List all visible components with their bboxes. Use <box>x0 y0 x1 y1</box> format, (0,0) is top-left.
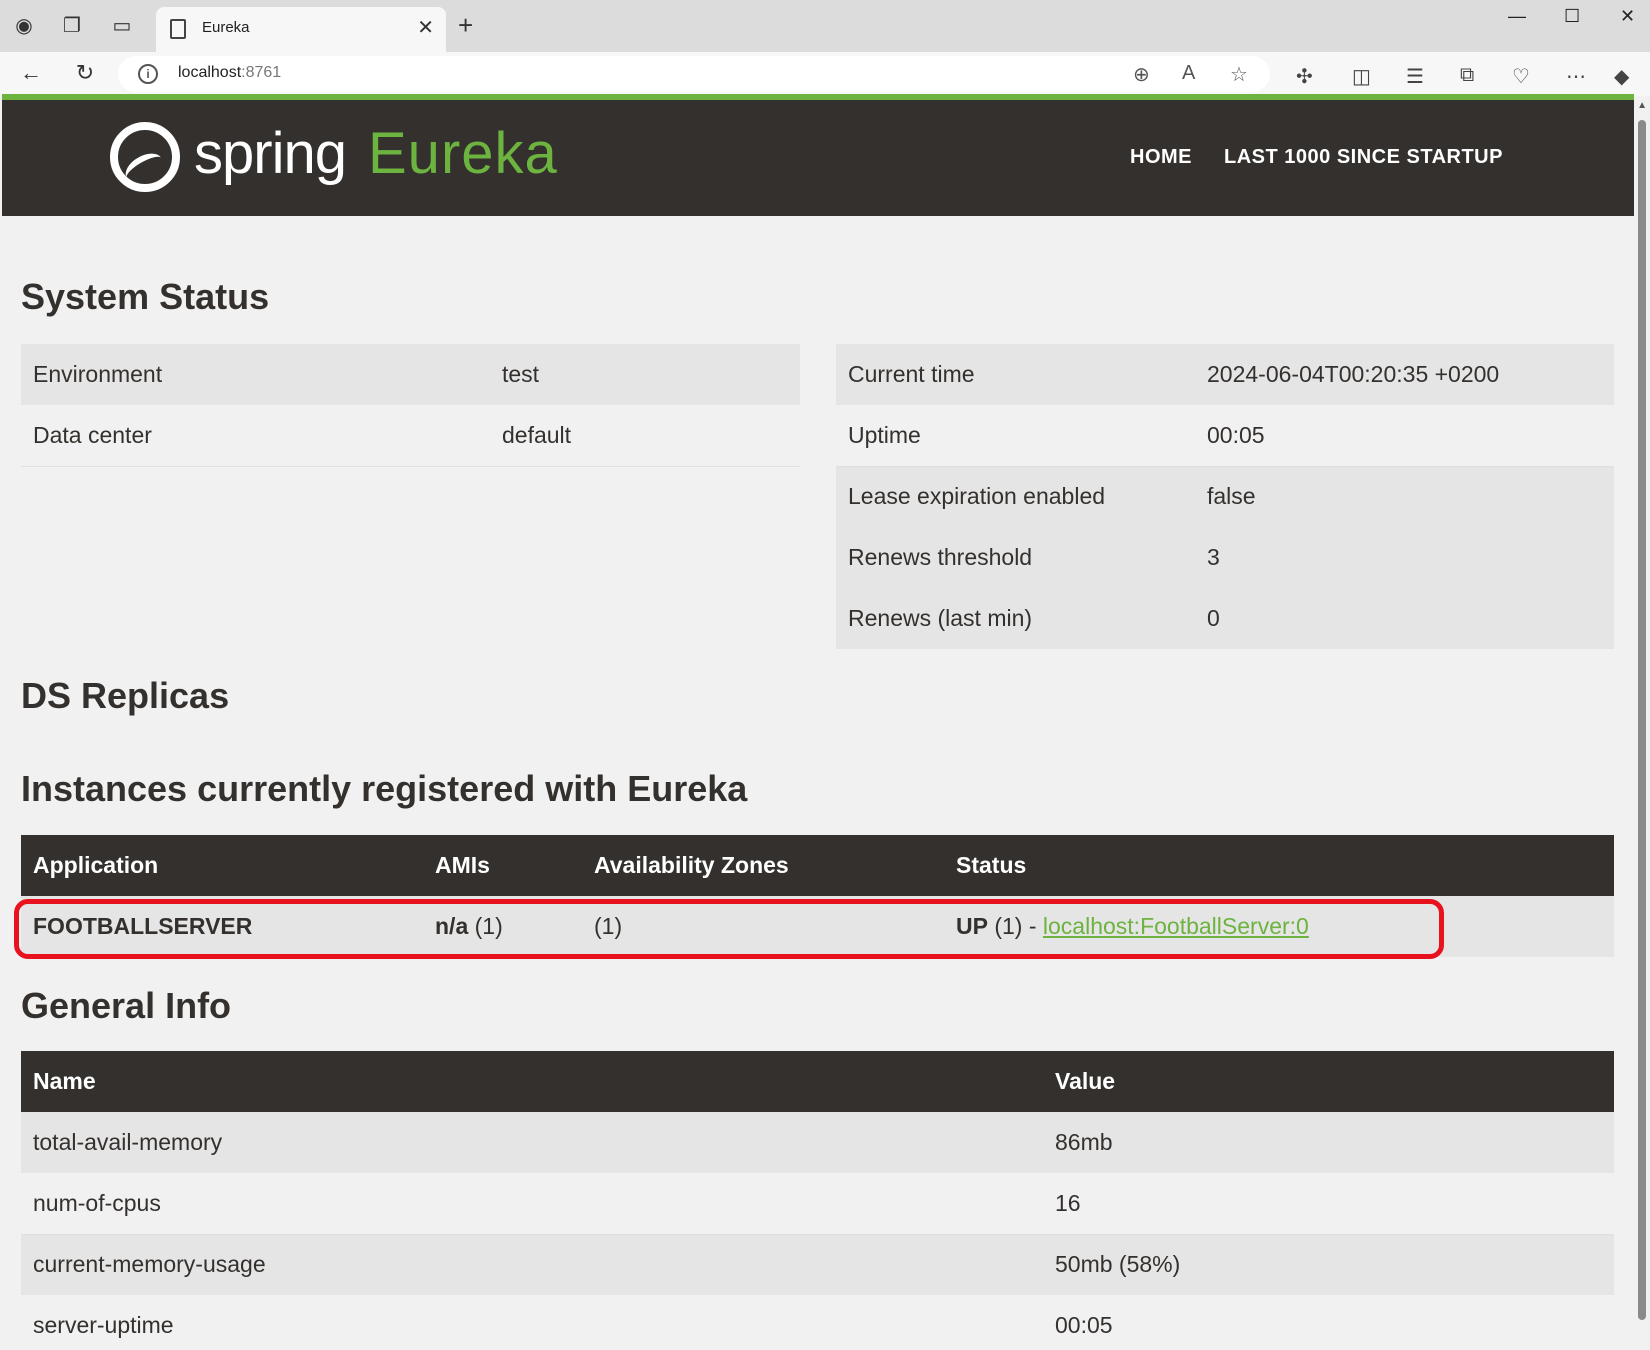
status-value: 0 <box>1195 588 1614 649</box>
column-header-value: Value <box>1043 1051 1614 1112</box>
vertical-tabs-icon[interactable]: ▭ <box>108 12 136 40</box>
info-name: total-avail-memory <box>21 1112 1043 1173</box>
column-header-zones: Availability Zones <box>582 835 944 896</box>
info-value: 00:05 <box>1043 1295 1614 1350</box>
table-header-row: Name Value <box>21 1051 1614 1112</box>
back-icon[interactable]: ← <box>16 58 46 88</box>
highlight-annotation <box>14 899 1444 959</box>
status-value: 3 <box>1195 527 1614 588</box>
status-value: 00:05 <box>1195 405 1614 467</box>
minimize-icon[interactable]: — <box>1508 6 1526 27</box>
tab-close-icon[interactable]: ✕ <box>417 15 434 40</box>
browser-toolbar: ← ↻ i localhost:8761 ⊕ A ☆ ✣ ◫ ☰ ⧉ ♡ ⋯ ◆ <box>0 52 1650 96</box>
general-info-table: Name Value total-avail-memory 86mb num-o… <box>21 1051 1614 1350</box>
site-info-icon[interactable]: i <box>138 64 158 84</box>
system-status-title: System Status <box>21 276 270 317</box>
address-bar[interactable]: i localhost:8761 ⊕ A ☆ <box>118 56 1270 92</box>
table-row: num-of-cpus 16 <box>21 1173 1614 1235</box>
table-row: Uptime 00:05 <box>836 405 1614 467</box>
scrollbar-thumb[interactable] <box>1638 120 1646 1320</box>
brand-eureka: Eureka <box>368 121 558 186</box>
table-row: Lease expiration enabled false <box>836 466 1614 527</box>
system-status-left-table: Environment test Data center default <box>21 344 800 467</box>
info-name: num-of-cpus <box>21 1173 1043 1235</box>
table-row: total-avail-memory 86mb <box>21 1112 1614 1173</box>
favorite-star-icon[interactable]: ☆ <box>1230 62 1248 87</box>
zoom-icon[interactable]: ⊕ <box>1133 62 1150 87</box>
scroll-up-arrow-icon[interactable]: ▲ <box>1637 100 1647 111</box>
info-value: 50mb (58%) <box>1043 1234 1614 1295</box>
url-host: localhost <box>178 64 242 81</box>
eureka-header: spring Eureka HOME LAST 1000 SINCE START… <box>2 100 1634 216</box>
read-aloud-icon[interactable]: A <box>1182 62 1195 85</box>
url-port: :8761 <box>241 64 282 81</box>
table-row: Renews (last min) 0 <box>836 588 1614 649</box>
status-value: test <box>490 344 800 405</box>
page-scrollbar[interactable]: ▲ <box>1634 96 1650 1350</box>
table-row: Current time 2024-06-04T00:20:35 +0200 <box>836 344 1614 405</box>
brand-spring: spring <box>194 121 347 186</box>
browser-tab-bar: ◉ ❐ ▭ Eureka ✕ + — ☐ ✕ <box>0 0 1650 52</box>
status-value: default <box>490 405 800 467</box>
info-value: 86mb <box>1043 1112 1614 1173</box>
profile-icon[interactable]: ◉ <box>10 12 38 40</box>
more-options-icon[interactable]: ⋯ <box>1566 64 1586 89</box>
column-header-name: Name <box>21 1051 1043 1112</box>
status-label: Lease expiration enabled <box>836 466 1195 527</box>
copilot-icon[interactable]: ◆ <box>1614 64 1629 89</box>
table-row: Data center default <box>21 405 800 467</box>
info-value: 16 <box>1043 1173 1614 1235</box>
status-label: Renews threshold <box>836 527 1195 588</box>
maximize-icon[interactable]: ☐ <box>1564 6 1580 27</box>
table-row: server-uptime 00:05 <box>21 1295 1614 1350</box>
split-screen-icon[interactable]: ◫ <box>1352 64 1371 89</box>
collections-icon[interactable]: ⧉ <box>1460 64 1474 87</box>
table-header-row: Application AMIs Availability Zones Stat… <box>21 835 1614 896</box>
info-name: server-uptime <box>21 1295 1043 1350</box>
status-label: Uptime <box>836 405 1195 467</box>
instances-title: Instances currently registered with Eure… <box>21 768 748 809</box>
nav-last-1000[interactable]: LAST 1000 SINCE STARTUP <box>1224 146 1503 169</box>
new-tab-button[interactable]: + <box>458 10 473 41</box>
table-row: Renews threshold 3 <box>836 527 1614 588</box>
browser-tab-eureka[interactable]: Eureka ✕ <box>156 7 446 52</box>
status-label: Renews (last min) <box>836 588 1195 649</box>
table-row: Environment test <box>21 344 800 405</box>
column-header-status: Status <box>944 835 1614 896</box>
column-header-application: Application <box>21 835 423 896</box>
status-value: false <box>1195 466 1614 527</box>
table-row: current-memory-usage 50mb (58%) <box>21 1234 1614 1295</box>
workspaces-icon[interactable]: ❐ <box>58 12 86 40</box>
page-icon <box>170 19 186 39</box>
system-status-right-table: Current time 2024-06-04T00:20:35 +0200 U… <box>836 344 1614 649</box>
status-label: Data center <box>21 405 490 467</box>
ds-replicas-title: DS Replicas <box>21 675 230 716</box>
favorites-icon[interactable]: ☰ <box>1406 64 1424 89</box>
url-text[interactable]: localhost:8761 <box>178 64 281 82</box>
refresh-icon[interactable]: ↻ <box>70 58 100 88</box>
window-close-icon[interactable]: ✕ <box>1620 6 1635 27</box>
nav-home[interactable]: HOME <box>1130 146 1192 169</box>
browser-essentials-icon[interactable]: ♡ <box>1512 64 1530 89</box>
general-info-title: General Info <box>21 985 232 1026</box>
extensions-icon[interactable]: ✣ <box>1296 64 1313 89</box>
info-name: current-memory-usage <box>21 1234 1043 1295</box>
spring-leaf-logo-icon <box>110 122 180 192</box>
tab-title: Eureka <box>202 19 250 36</box>
status-label: Environment <box>21 344 490 405</box>
status-value: 2024-06-04T00:20:35 +0200 <box>1195 344 1614 405</box>
status-label: Current time <box>836 344 1195 405</box>
column-header-amis: AMIs <box>423 835 582 896</box>
